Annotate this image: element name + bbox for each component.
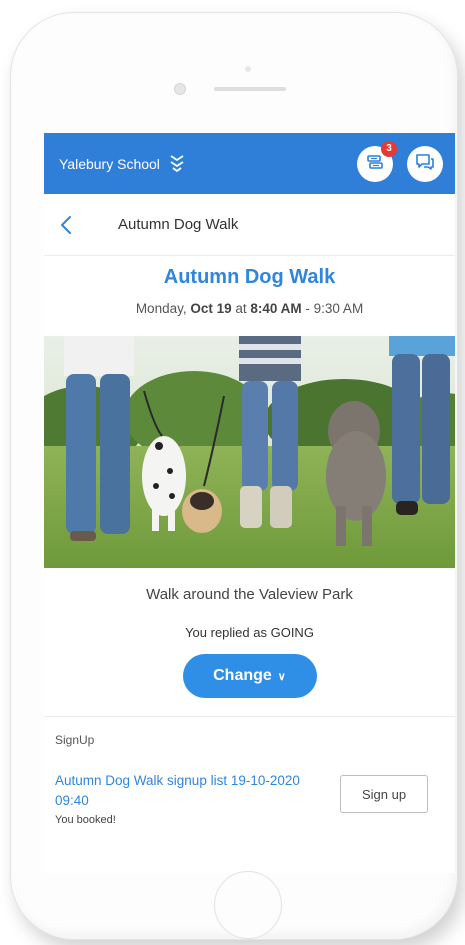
event-title: Autumn Dog Walk (163, 266, 336, 288)
change-button-label: Change (213, 667, 272, 684)
event-date-at: at (231, 301, 251, 316)
event-description: Walk around the Valeview Park (146, 586, 353, 603)
chevron-down-icon: ∨ (277, 670, 286, 683)
event-date-day: Oct 19 (190, 301, 232, 316)
phone-frame: Yalebury School 3 Autumn Dog Walk Autumn… (10, 12, 458, 940)
messages-button[interactable] (407, 145, 443, 182)
home-button[interactable] (214, 871, 282, 939)
back-chevron-icon[interactable] (60, 214, 82, 236)
camera-dot (245, 66, 251, 72)
signup-heading: SignUp (55, 733, 95, 747)
app-bar: Yalebury School 3 (44, 133, 455, 194)
school-switch-icon[interactable] (168, 153, 186, 175)
signup-list-row: Autumn Dog Walk signup list 19-10-2020 0… (55, 771, 445, 826)
reply-status: You replied as GOING (185, 625, 314, 640)
change-reply-button[interactable]: Change ∨ (182, 654, 317, 698)
event-date-prefix: Monday, (135, 301, 191, 316)
earpiece-speaker (214, 87, 286, 91)
event-date-range: - 9:30 AM (301, 301, 364, 316)
notification-badge: 3 (381, 140, 397, 157)
notifications-icon (366, 154, 384, 174)
messages-icon (415, 153, 435, 175)
event-date-start: 8:40 AM (250, 301, 302, 316)
sign-up-button[interactable]: Sign up (340, 775, 428, 813)
event-date: Monday, Oct 19 at 8:40 AM - 9:30 AM (44, 301, 455, 316)
notifications-button[interactable]: 3 (357, 140, 397, 182)
signup-list-link[interactable]: Autumn Dog Walk signup list 19-10-2020 0… (55, 771, 337, 811)
event-photo (44, 336, 455, 568)
school-name[interactable]: Yalebury School (59, 156, 160, 172)
signup-section: SignUp Autumn Dog Walk signup list 19-10… (44, 717, 455, 826)
front-camera (174, 83, 186, 95)
nav-title: Autumn Dog Walk (118, 216, 239, 233)
app-screen: Yalebury School 3 Autumn Dog Walk Autumn… (44, 133, 455, 873)
signup-booking-status: You booked! (55, 814, 116, 826)
nav-header: Autumn Dog Walk (44, 194, 455, 256)
